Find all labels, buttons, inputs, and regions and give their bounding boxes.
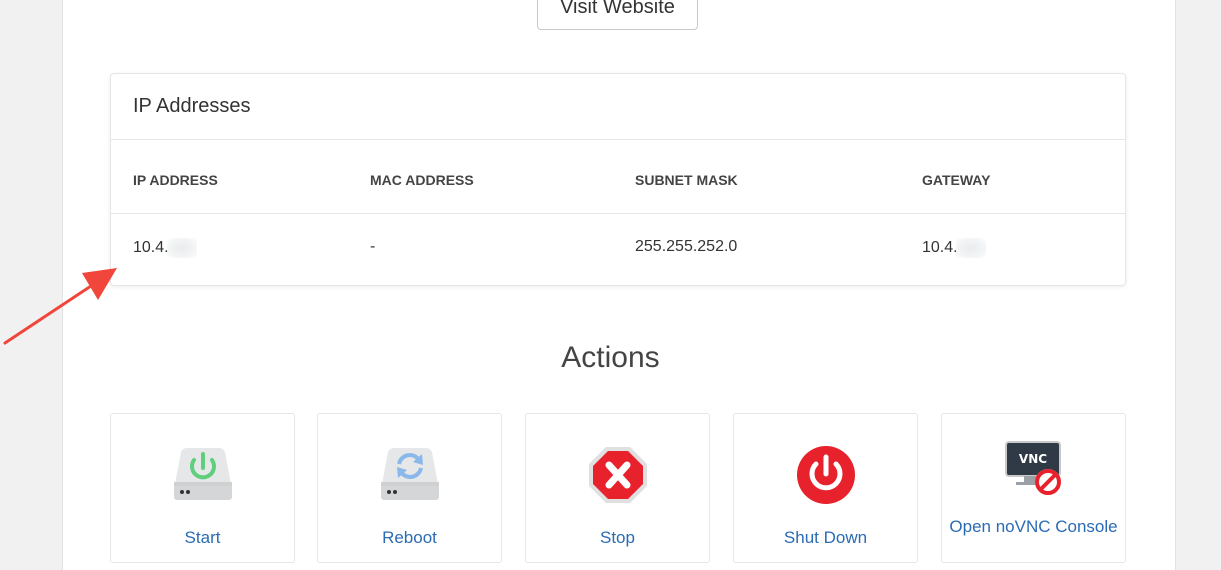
- action-label: Open noVNC Console: [949, 517, 1118, 536]
- column-header-ip: IP ADDRESS: [133, 172, 218, 188]
- stop-octagon-icon: [588, 447, 647, 503]
- column-header-gateway: GATEWAY: [922, 172, 991, 188]
- mac-address-cell: -: [370, 238, 376, 255]
- action-label: Shut Down: [783, 528, 868, 547]
- ip-addresses-card: IP Addresses IP ADDRESS MAC ADDRESS SUBN…: [110, 73, 1126, 286]
- svg-text:VNC: VNC: [1018, 452, 1046, 466]
- action-label: Stop: [600, 528, 635, 547]
- ip-address-cell: 10.4.: [133, 238, 197, 258]
- power-circle-icon: [796, 446, 855, 504]
- redacted-mask: [955, 238, 986, 258]
- action-stop[interactable]: Stop: [525, 413, 710, 563]
- annotation-arrow-icon: [3, 268, 117, 345]
- subnet-mask-cell: 255.255.252.0: [635, 238, 738, 255]
- server-power-icon: [173, 448, 232, 500]
- action-start[interactable]: Start: [110, 413, 295, 563]
- column-header-subnet: SUBNET MASK: [635, 172, 738, 188]
- actions-heading: Actions: [561, 341, 660, 374]
- table-row-divider: [111, 213, 1125, 214]
- ip-address-value: 10.4.: [133, 239, 169, 257]
- action-label: Start: [184, 528, 221, 547]
- gateway-cell: 10.4.: [922, 238, 986, 258]
- action-shut-down[interactable]: Shut Down: [733, 413, 918, 563]
- action-reboot[interactable]: Reboot: [317, 413, 502, 563]
- action-open-novnc-console[interactable]: VNC Open noVNC Console: [941, 413, 1126, 563]
- visit-website-button[interactable]: Visit Website: [537, 0, 698, 30]
- vnc-disabled-icon: VNC: [1004, 441, 1061, 495]
- server-refresh-icon: [380, 448, 439, 500]
- gateway-value: 10.4.: [922, 239, 958, 257]
- column-header-mac: MAC ADDRESS: [370, 172, 474, 188]
- card-title: IP Addresses: [111, 74, 1125, 140]
- redacted-mask: [166, 238, 197, 258]
- action-label: Reboot: [382, 528, 437, 547]
